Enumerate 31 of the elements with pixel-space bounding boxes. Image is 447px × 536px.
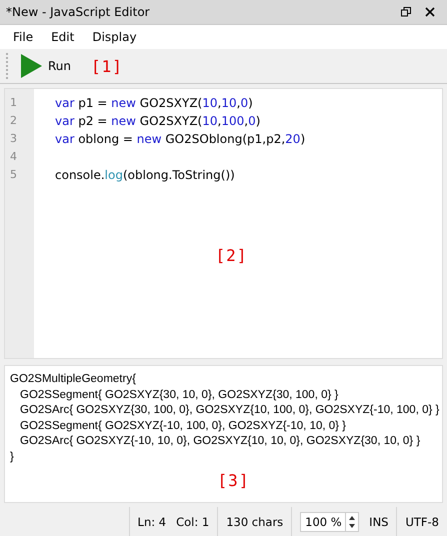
line-number: 3 xyxy=(9,131,18,147)
menu-item[interactable]: File xyxy=(4,30,42,44)
menu-item[interactable]: Edit xyxy=(42,30,84,44)
callout-label: [1] xyxy=(91,56,123,76)
line-number: 1 xyxy=(9,95,18,111)
line-number: 2 xyxy=(9,113,18,129)
output-line: } xyxy=(10,450,14,464)
output-line: GO2SSegment{ GO2SXYZ{-10, 100, 0}, GO2SXYZ{-10, 10, 0} } xyxy=(19,418,346,434)
output-line: GO2SMultipleGeometry{ xyxy=(10,372,136,387)
output-line: GO2SArc{ GO2SXYZ{30, 100, 0}, GO2SXYZ{10, 100, 0}, GO2SXYZ{-10, 100, 0} } xyxy=(19,403,440,418)
code-line: console.log(oblong.ToString()) xyxy=(55,168,235,182)
line-number: 4 xyxy=(9,149,18,165)
callout-label: [2] xyxy=(216,246,248,265)
callout-label: [3] xyxy=(218,471,250,490)
insert-mode: INS xyxy=(369,514,388,528)
zoom-spinner[interactable]: 100 % xyxy=(300,512,360,532)
line-indicator: Ln: 4 xyxy=(138,514,166,528)
play-icon xyxy=(20,54,42,78)
window-title: *New - JavaScript Editor xyxy=(6,5,151,19)
char-count: 130 chars xyxy=(226,514,284,528)
code-line: var p2 = new GO2SXYZ(10,100,0) xyxy=(55,114,260,128)
menu-item[interactable]: Display xyxy=(83,30,146,44)
code-line: var oblong = new GO2SOblong(p1,p2,20) xyxy=(55,132,306,146)
code-editor[interactable]: 1 2 3 4 5 var p1 = new GO2SXYZ(10,10,0) var p2 = new GO2SXYZ(10,100,0) var oblong = new GO2SOblong(p1,p2,20) console.log(oblong.ToString()) [2] xyxy=(4,88,443,359)
run-button[interactable]: Run xyxy=(18,52,74,80)
output-line: GO2SArc{ GO2SXYZ{-10, 10, 0}, GO2SXYZ{10, 10, 0}, GO2SXYZ{30, 10, 0} } xyxy=(19,434,420,449)
output-line: GO2SSegment{ GO2SXYZ{30, 10, 0}, GO2SXYZ{30, 100, 0} } xyxy=(19,388,338,402)
code-line: var p1 = new GO2SXYZ(10,10,0) xyxy=(55,96,253,110)
line-number: 5 xyxy=(9,167,18,183)
encoding-label: UTF-8 xyxy=(405,514,439,528)
column-indicator: Col: 1 xyxy=(176,514,210,528)
